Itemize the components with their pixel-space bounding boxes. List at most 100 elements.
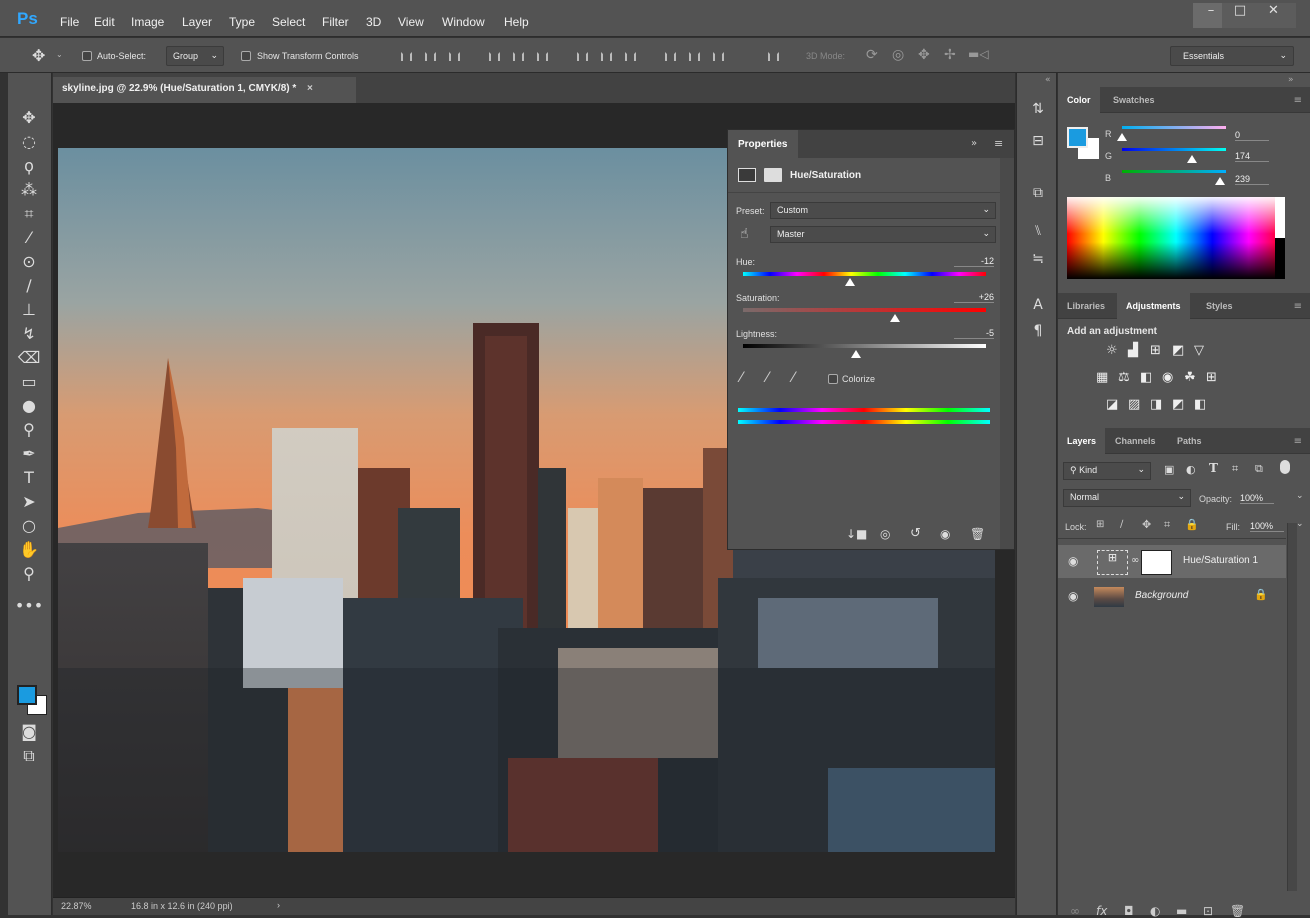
exposure-icon[interactable]: ◩ [1172, 343, 1184, 358]
invert-icon[interactable]: ◪ [1106, 397, 1118, 412]
view-previous-state-icon[interactable]: ◎ [880, 527, 890, 541]
b-slider-thumb[interactable] [1215, 177, 1225, 185]
visibility-eye-icon[interactable]: ◉ [1068, 554, 1078, 568]
selective-color-icon[interactable]: ◩ [1172, 397, 1184, 412]
menu-view[interactable]: View [398, 15, 424, 29]
posterize-icon[interactable]: ▨ [1128, 397, 1140, 412]
menu-edit[interactable]: Edit [94, 15, 115, 29]
reset-adjustment-icon[interactable]: ↺ [910, 526, 921, 541]
panel-menu-icon[interactable]: ≡ [1294, 436, 1302, 447]
foreground-color-swatch[interactable] [17, 685, 37, 705]
tab-layers[interactable]: Layers [1058, 428, 1106, 454]
delete-layer-icon[interactable]: 🗑 [1230, 904, 1245, 918]
ellipse-tool-icon[interactable]: ○ [14, 515, 44, 537]
eraser-tool-icon[interactable]: ⌫ [14, 347, 44, 369]
layer-mask-icon[interactable] [764, 168, 782, 182]
foreground-color-swatch[interactable] [1067, 127, 1088, 148]
g-value-field[interactable]: 174 [1235, 151, 1269, 162]
distribute-bottom-icon[interactable] [625, 52, 636, 61]
collapse-icon[interactable]: « [1045, 75, 1051, 85]
lock-transparent-icon[interactable]: ⊞ [1096, 519, 1104, 530]
add-mask-icon[interactable]: ◘ [1124, 904, 1134, 918]
menu-window[interactable]: Window [442, 15, 485, 29]
menu-file[interactable]: File [60, 15, 79, 29]
show-transform-checkbox[interactable] [241, 51, 251, 61]
align-vcenter-icon[interactable] [425, 52, 436, 61]
vibrance-icon[interactable]: ▦ [1096, 370, 1108, 385]
tab-color[interactable]: Color [1058, 87, 1100, 113]
orbit-3d-icon[interactable]: ⟳ [866, 47, 878, 63]
3d-panel-icon[interactable]: ⊟ [1027, 133, 1049, 155]
lock-artboard-icon[interactable]: ⌗ [1164, 518, 1170, 532]
document-tab[interactable]: skyline.jpg @ 22.9% (Hue/Saturation 1, C… [53, 77, 356, 103]
lightness-slider-track[interactable] [743, 344, 986, 348]
white-ramp[interactable] [1275, 197, 1285, 238]
chevron-down-icon[interactable]: ⌄ [56, 50, 63, 59]
distribute-right-icon[interactable] [713, 52, 724, 61]
clip-to-layer-icon[interactable]: ↓■ [846, 527, 867, 541]
photo-filter-icon[interactable]: ◉ [1162, 370, 1173, 385]
smart-object-filter-icon[interactable]: ⧉ [1255, 462, 1263, 476]
clone-stamp-tool-icon[interactable]: ⊥ [14, 299, 44, 321]
black-white-icon[interactable]: ◧ [1140, 370, 1152, 385]
zoom-tool-icon[interactable]: ⚲ [14, 563, 44, 585]
workspace-dropdown[interactable]: Essentials ⌄ [1170, 46, 1294, 66]
menu-select[interactable]: Select [272, 15, 305, 29]
eyedropper-tool-icon[interactable]: ⁄ [14, 227, 44, 249]
r-slider-thumb[interactable] [1117, 133, 1127, 141]
menu-image[interactable]: Image [131, 15, 164, 29]
channel-mixer-icon[interactable]: ☘ [1184, 370, 1196, 385]
marquee-tool-icon[interactable]: ◌ [14, 131, 44, 153]
pan-3d-icon[interactable]: ✥ [918, 47, 930, 63]
saturation-value-field[interactable]: +26 [954, 292, 994, 303]
edit-toolbar-icon[interactable]: ••• [14, 595, 44, 617]
layer-row-hue-saturation[interactable]: ◉ ⊞ ∞ Hue/Saturation 1 [1058, 545, 1286, 578]
color-lookup-icon[interactable]: ⊞ [1206, 370, 1217, 385]
type-tool-icon[interactable]: T [14, 467, 44, 489]
expand-icon[interactable]: » [1288, 75, 1294, 85]
targeted-adjustment-hand-icon[interactable]: ☝ [740, 226, 749, 242]
tool-presets-icon[interactable]: ≒ [1027, 251, 1049, 273]
gradient-triangle-icon[interactable]: ▽ [1194, 343, 1204, 358]
properties-scrollbar[interactable] [1000, 158, 1014, 549]
layers-scrollbar[interactable] [1287, 523, 1297, 891]
saturation-slider-thumb[interactable] [890, 314, 900, 322]
fill-value-field[interactable]: 100% [1250, 521, 1284, 532]
panel-menu-icon[interactable]: ≡ [994, 137, 1003, 150]
g-slider-track[interactable] [1122, 148, 1226, 151]
character-panel-icon[interactable]: A [1027, 297, 1049, 319]
shape-layer-filter-icon[interactable]: ⌗ [1232, 462, 1238, 476]
layer-filter-dropdown[interactable]: ⚲ Kind ⌄ [1063, 462, 1151, 480]
mask-link-icon[interactable]: ∞ [1131, 555, 1139, 566]
b-value-field[interactable]: 239 [1235, 174, 1269, 185]
chevron-down-icon[interactable]: ⌄ [1296, 491, 1304, 501]
delete-adjustment-icon[interactable]: 🗑 [970, 527, 985, 541]
pixel-layer-filter-icon[interactable]: ▣ [1164, 463, 1174, 476]
brush-presets-icon[interactable]: ⑊ [1027, 223, 1049, 245]
preset-dropdown[interactable]: Custom ⌄ [770, 202, 996, 219]
range-dropdown[interactable]: Master ⌄ [770, 226, 996, 243]
new-adjustment-layer-icon[interactable]: ◐ [1150, 904, 1160, 918]
roll-3d-icon[interactable]: ◎ [892, 47, 904, 63]
auto-select-mode-dropdown[interactable]: Group ⌄ [166, 46, 224, 66]
scale-3d-icon[interactable]: ▬◁ [968, 47, 989, 61]
panel-menu-icon[interactable]: ≡ [1294, 95, 1302, 106]
hand-tool-icon[interactable]: ✋ [14, 539, 44, 561]
filter-toggle-icon[interactable] [1280, 460, 1290, 474]
add-to-sample-icon[interactable]: ⁄ [766, 370, 768, 386]
align-right-icon[interactable] [537, 52, 548, 61]
dodge-tool-icon[interactable]: ⚲ [14, 419, 44, 441]
tab-styles[interactable]: Styles [1197, 293, 1242, 319]
magic-wand-tool-icon[interactable]: ⁂ [14, 179, 44, 201]
distribute-vcenter-icon[interactable] [601, 52, 612, 61]
brush-tool-icon[interactable]: ∕ [14, 275, 44, 297]
move-tool-icon[interactable]: ✥ [14, 107, 44, 129]
lasso-tool-icon[interactable]: ϙ [14, 155, 44, 177]
blend-mode-dropdown[interactable]: Normal ⌄ [1063, 489, 1191, 507]
menu-type[interactable]: Type [229, 15, 255, 29]
lightness-value-field[interactable]: -5 [954, 328, 994, 339]
blur-tool-icon[interactable]: ● [14, 395, 44, 417]
align-left-icon[interactable] [489, 52, 500, 61]
chevron-down-icon[interactable]: ⌄ [1296, 519, 1304, 529]
menu-help[interactable]: Help [504, 15, 529, 29]
